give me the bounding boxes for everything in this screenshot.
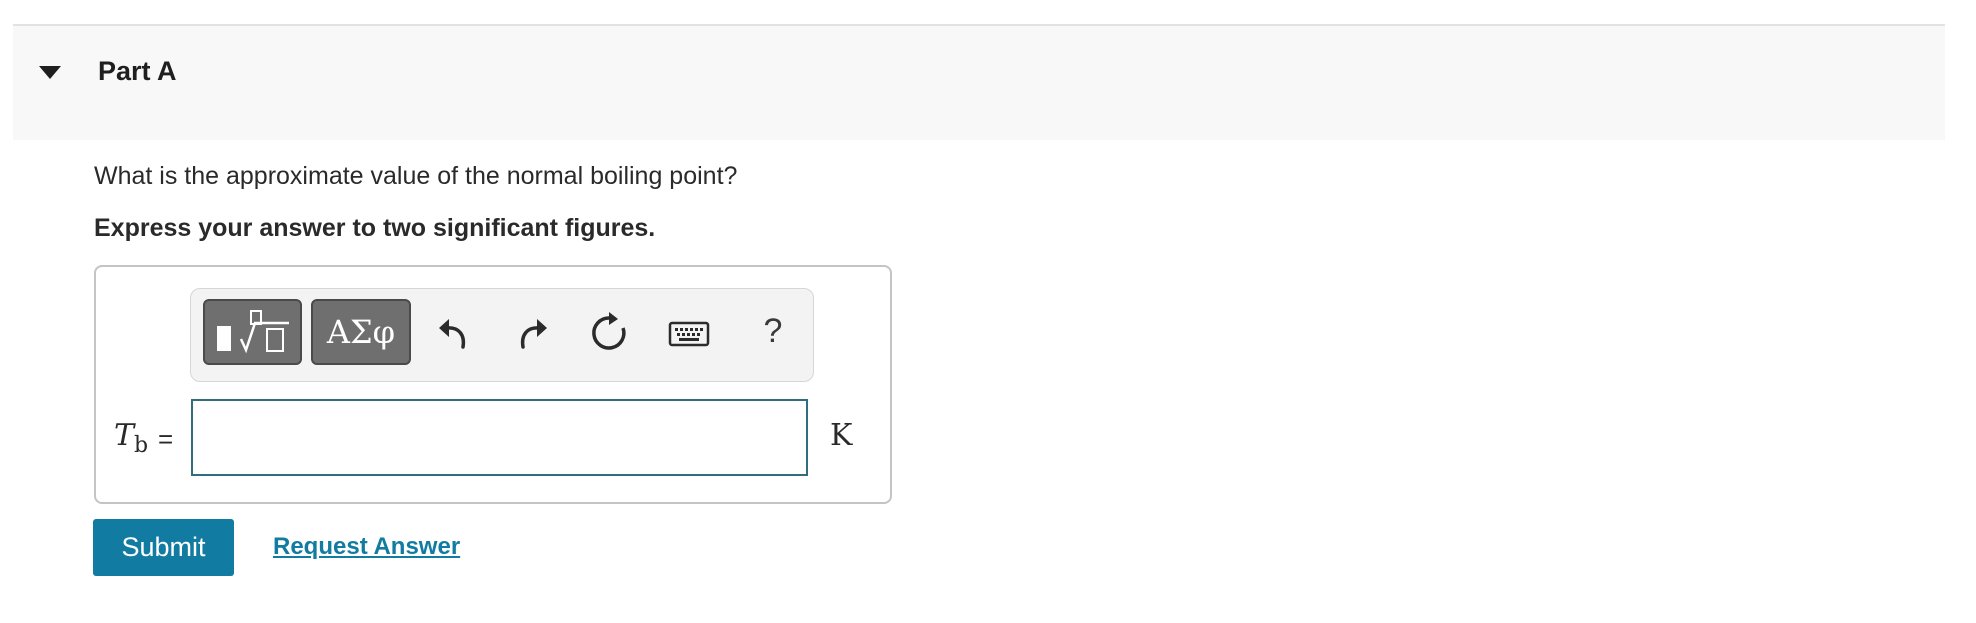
answer-input[interactable] [191, 399, 808, 476]
instruction-text: Express your answer to two significant f… [94, 214, 656, 242]
variable-subscript: b [134, 433, 149, 458]
help-button[interactable]: ? [753, 309, 793, 353]
request-answer-link[interactable]: Request Answer [273, 533, 460, 561]
equals-sign: = [158, 424, 174, 454]
variable-symbol: T [114, 418, 135, 453]
unit-label: K [830, 418, 853, 453]
caret-down-icon[interactable] [39, 66, 61, 79]
math-toolbar: ΑΣφ ? [190, 288, 814, 382]
undo-icon [439, 319, 466, 349]
undo-button[interactable] [433, 311, 477, 355]
math-templates-icon [217, 310, 289, 354]
reset-button[interactable] [587, 311, 631, 355]
part-title: Part A [98, 56, 177, 86]
submit-button[interactable]: Submit [93, 519, 234, 576]
page: Part A What is the approximate value of … [0, 0, 1976, 623]
part-header[interactable] [13, 26, 1945, 140]
symbols-label: ΑΣφ [326, 313, 396, 351]
reset-icon [592, 312, 626, 350]
question-text: What is the approximate value of the nor… [94, 162, 738, 190]
redo-button[interactable] [509, 311, 553, 355]
redo-icon [520, 319, 547, 349]
symbols-button[interactable]: ΑΣφ [311, 299, 411, 365]
variable-label: Tb [114, 418, 148, 458]
keyboard-button[interactable] [667, 311, 711, 355]
keyboard-icon [668, 321, 710, 347]
templates-button[interactable] [203, 299, 302, 365]
